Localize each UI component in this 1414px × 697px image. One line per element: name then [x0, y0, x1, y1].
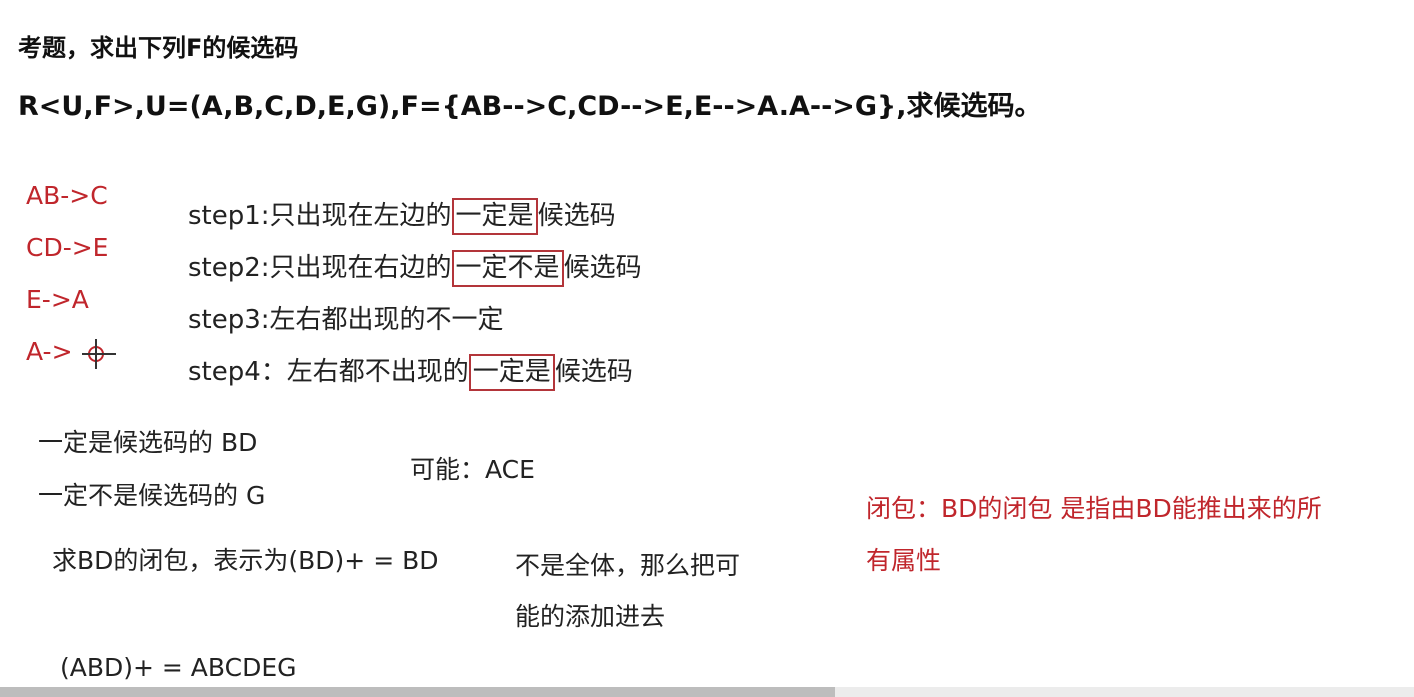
- step-prefix: step4：左右都不出现的: [188, 357, 469, 387]
- must-not-be-candidate-text: 一定不是候选码的 G: [38, 481, 266, 510]
- possible-attributes-text: 可能：ACE: [410, 455, 535, 484]
- fd-item: AB->C: [26, 181, 108, 210]
- step-1: step1:只出现在左边的 一定是 候选码: [188, 195, 616, 235]
- bd-closure-text: 求BD的闭包，表示为(BD)+ = BD: [52, 546, 439, 575]
- horizontal-scrollbar[interactable]: [0, 687, 1414, 697]
- closure-note-line2: 有属性: [866, 546, 942, 575]
- step-boxed-text: 一定是: [451, 198, 538, 235]
- step-3: step3:左右都出现的不一定: [188, 299, 504, 336]
- step-prefix: step2:只出现在右边的: [188, 253, 452, 283]
- must-be-candidate-text: 一定是候选码的 BD: [38, 428, 258, 457]
- abd-closure-text: (ABD)+ = ABCDEG: [60, 653, 297, 682]
- crosshair-cursor-icon: [82, 339, 116, 369]
- step-prefix: step1:只出现在左边的: [188, 201, 452, 231]
- not-all-text-line2: 能的添加进去: [515, 602, 666, 631]
- fd-item: CD->E: [26, 233, 109, 262]
- question-title: 考题，求出下列F的候选码: [18, 34, 299, 62]
- closure-note-line1: 闭包：BD的闭包 是指由BD能推出来的所: [866, 494, 1322, 523]
- step-boxed-text: 一定不是: [451, 250, 564, 287]
- step-suffix: 候选码: [554, 357, 633, 387]
- step-suffix: 候选码: [537, 201, 616, 231]
- step-boxed-text: 一定是: [468, 354, 555, 391]
- step-4: step4：左右都不出现的 一定是 候选码: [188, 351, 633, 391]
- relation-definition: R<U,F>,U=(A,B,C,D,E,G),F={AB-->C,CD-->E,…: [18, 91, 1042, 122]
- scrollbar-thumb[interactable]: [0, 687, 835, 697]
- fd-item: E->A: [26, 285, 89, 314]
- step-suffix: 候选码: [563, 253, 642, 283]
- step-prefix: step3:左右都出现的不一定: [188, 305, 504, 335]
- fd-item: A->: [26, 337, 73, 366]
- step-2: step2:只出现在右边的 一定不是 候选码: [188, 247, 642, 287]
- not-all-text-line1: 不是全体，那么把可: [515, 551, 741, 580]
